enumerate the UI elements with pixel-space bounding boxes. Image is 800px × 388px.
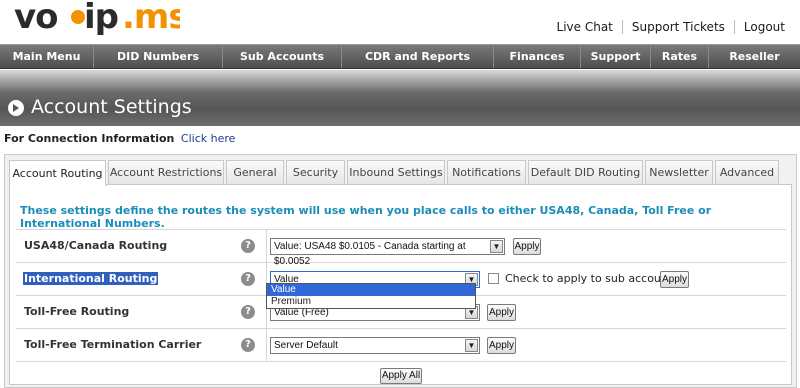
nav-sub-accounts[interactable]: Sub Accounts — [223, 45, 342, 68]
svg-text:ip: ip — [84, 0, 118, 37]
option-value[interactable]: Value — [267, 284, 475, 296]
support-tickets-link[interactable]: Support Tickets — [623, 20, 734, 34]
page: vo ip .ms Live Chat Support Tickets Logo… — [0, 0, 800, 388]
tab-account-routing[interactable]: Account Routing — [9, 160, 106, 186]
connection-click-here-link[interactable]: Click here — [181, 132, 236, 145]
header: vo ip .ms Live Chat Support Tickets Logo… — [0, 0, 800, 44]
top-links: Live Chat Support Tickets Logout — [548, 20, 794, 34]
main-nav: Main Menu DID Numbers Sub Accounts CDR a… — [0, 44, 800, 69]
usa-canada-apply-button[interactable]: Apply — [513, 238, 541, 255]
svg-text:vo: vo — [14, 0, 58, 37]
usa-canada-routing-row: USA48/Canada Routing ? Value: USA48 $0.0… — [16, 230, 786, 267]
international-routing-options: Value Premium — [266, 283, 476, 309]
settings-tabs: Account Routing Account Restrictions Gen… — [4, 154, 797, 388]
toll-free-carrier-row: Toll-Free Termination Carrier ? Server D… — [16, 329, 786, 362]
voipms-logo[interactable]: vo ip .ms — [14, 0, 180, 38]
toll-free-carrier-select[interactable]: Server Default ▼ — [270, 337, 480, 354]
nav-rates[interactable]: Rates — [651, 45, 709, 68]
tab-newsletter[interactable]: Newsletter — [645, 160, 713, 184]
nav-cdr-and-reports[interactable]: CDR and Reports — [342, 45, 494, 68]
tab-advanced[interactable]: Advanced — [715, 160, 779, 184]
apply-all-button[interactable]: Apply All — [380, 368, 422, 384]
help-icon[interactable]: ? — [241, 239, 255, 253]
column-divider — [266, 329, 267, 361]
nav-main-menu[interactable]: Main Menu — [0, 45, 94, 68]
option-premium[interactable]: Premium — [267, 296, 475, 308]
title-banner: Account Settings — [0, 70, 800, 126]
apply-to-sub-accounts-checkbox[interactable] — [488, 273, 499, 284]
toll-free-carrier-value: Server Default — [274, 340, 338, 351]
connection-info: For Connection Information Click here — [4, 132, 235, 145]
nav-reseller[interactable]: Reseller — [709, 45, 800, 68]
usa-canada-routing-label: USA48/Canada Routing — [24, 239, 168, 252]
tab-general[interactable]: General — [226, 160, 284, 184]
toll-free-routing-label: Toll-Free Routing — [24, 305, 130, 318]
international-apply-button[interactable]: Apply — [660, 271, 689, 288]
nav-support[interactable]: Support — [581, 45, 651, 68]
usa-canada-routing-select[interactable]: Value: USA48 $0.0105 - Canada starting a… — [270, 238, 505, 267]
help-icon[interactable]: ? — [241, 338, 255, 352]
toll-free-carrier-apply-button[interactable]: Apply — [487, 337, 516, 354]
nav-finances[interactable]: Finances — [494, 45, 581, 68]
tab-bar: Account Routing Account Restrictions Gen… — [9, 160, 779, 186]
page-title: Account Settings — [31, 96, 192, 118]
international-routing-label: International Routing — [23, 272, 159, 285]
svg-text:.ms: .ms — [122, 0, 180, 37]
toll-free-carrier-label: Toll-Free Termination Carrier — [24, 338, 202, 351]
tab-account-restrictions[interactable]: Account Restrictions — [108, 160, 224, 184]
toll-free-apply-button[interactable]: Apply — [487, 304, 516, 321]
intro-text: These settings define the routes the sys… — [20, 204, 712, 230]
tab-inbound-settings[interactable]: Inbound Settings — [347, 160, 445, 184]
tab-security[interactable]: Security — [286, 160, 345, 184]
apply-to-sub-accounts-label: Check to apply to sub accounts — [505, 272, 678, 285]
chevron-down-icon: ▼ — [465, 339, 478, 352]
tab-default-did-routing[interactable]: Default DID Routing — [528, 160, 643, 184]
column-divider — [266, 230, 267, 262]
help-icon[interactable]: ? — [241, 305, 255, 319]
connection-label: For Connection Information — [4, 132, 175, 145]
arrow-circle-icon — [8, 100, 24, 116]
chevron-down-icon: ▼ — [490, 240, 503, 253]
tab-notifications[interactable]: Notifications — [447, 160, 526, 184]
nav-did-numbers[interactable]: DID Numbers — [94, 45, 223, 68]
help-icon[interactable]: ? — [241, 272, 255, 286]
live-chat-link[interactable]: Live Chat — [548, 20, 622, 34]
logout-link[interactable]: Logout — [735, 20, 794, 34]
